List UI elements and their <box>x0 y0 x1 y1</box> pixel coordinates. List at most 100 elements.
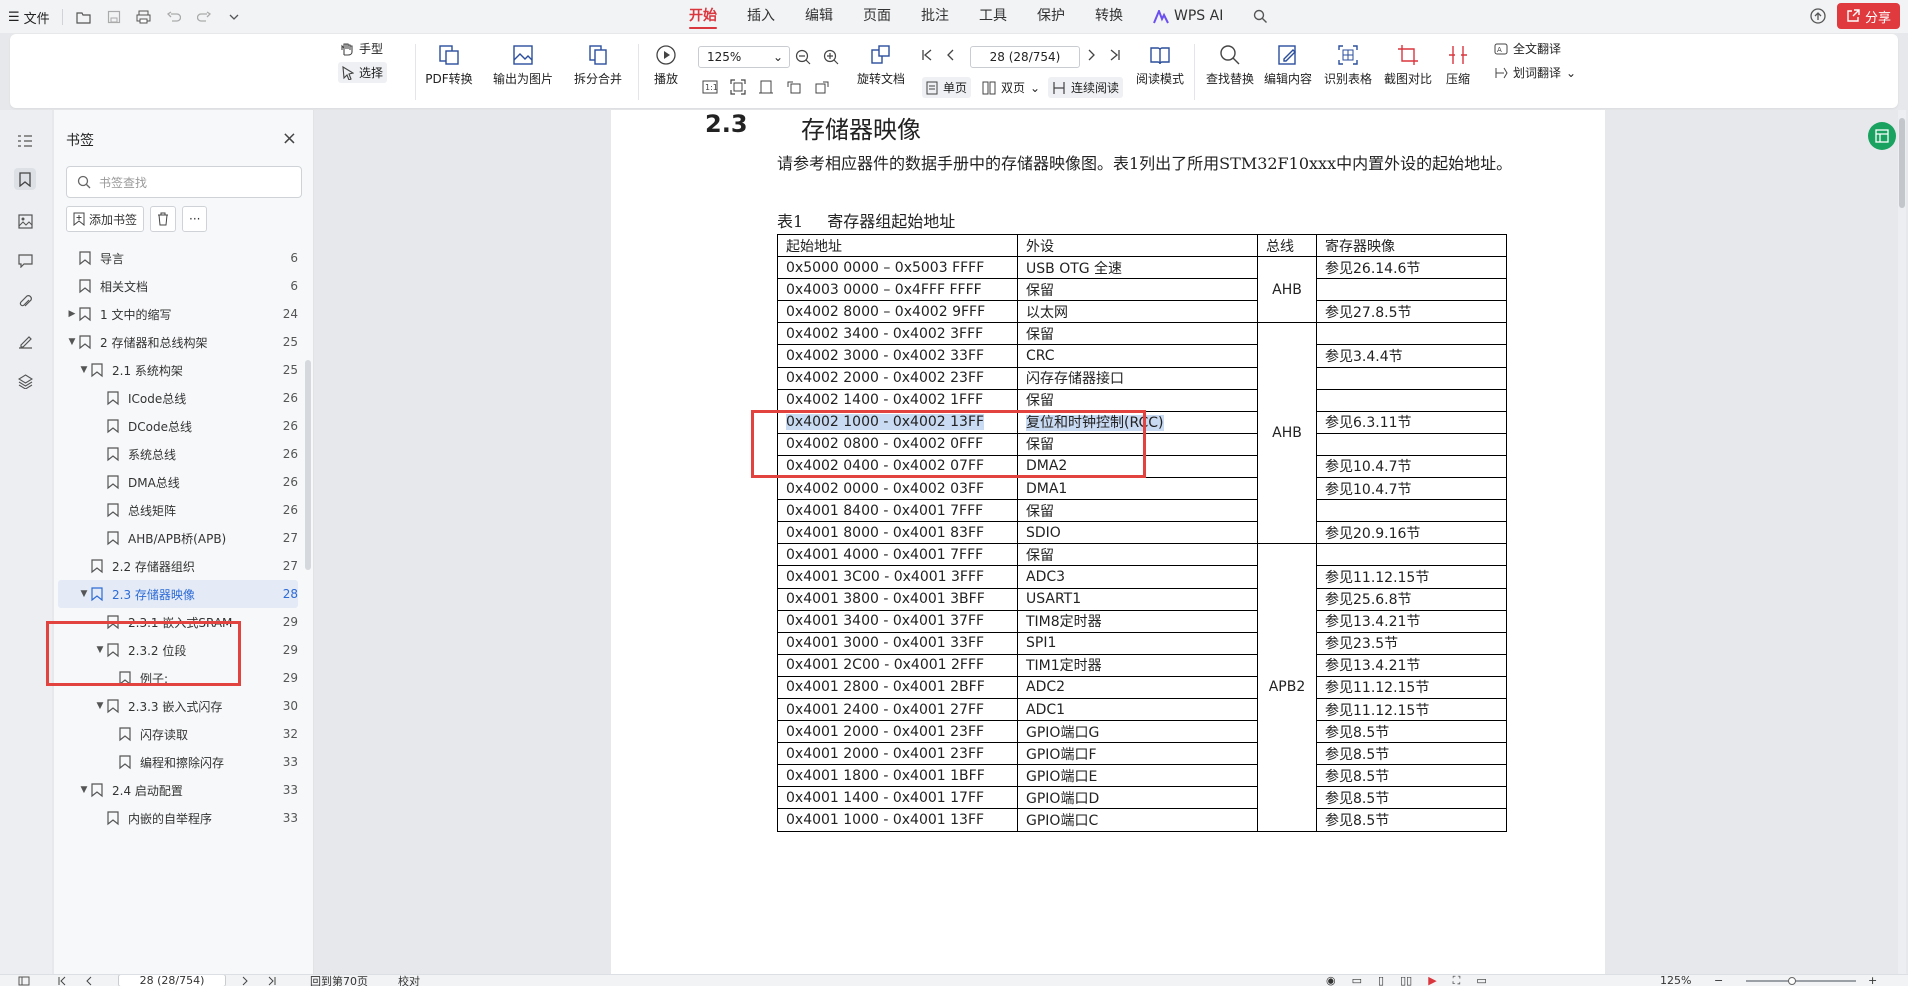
find-replace-button[interactable]: 查找替换 <box>1202 40 1258 87</box>
tab-wps-ai[interactable]: WPS AI <box>1138 0 1238 33</box>
bookmark-item[interactable]: ▼ 2.4 启动配置 33 <box>58 776 298 804</box>
export-image-button[interactable]: 输出为图片 <box>485 40 561 87</box>
actual-size-icon[interactable]: 1:1 <box>702 80 718 94</box>
bookmark-item[interactable]: ▶ 1 文中的缩写 24 <box>58 300 298 328</box>
previous-page-icon[interactable] <box>86 976 92 986</box>
play-icon[interactable]: ▶ <box>1428 975 1436 986</box>
last-page-icon[interactable] <box>1110 49 1120 61</box>
bookmark-item[interactable]: ICode总线 26 <box>58 384 298 412</box>
chevron-down-icon[interactable] <box>225 8 243 26</box>
view-page-icon[interactable]: ▯ <box>1378 975 1384 986</box>
table-assistant-icon[interactable] <box>1868 122 1896 150</box>
zoom-select[interactable]: 125% ⌄ <box>698 46 790 68</box>
double-page-button[interactable]: 双页 ⌄ <box>982 79 1040 96</box>
fit-page-icon[interactable]: ⛶ <box>1453 975 1461 986</box>
bookmark-search-input[interactable]: 书签查找 <box>66 166 302 198</box>
zoom-value[interactable]: 125% <box>1660 975 1691 986</box>
tab-annotate[interactable]: 批注 <box>906 0 964 33</box>
bookmark-item[interactable]: 内嵌的自举程序 33 <box>58 804 298 832</box>
read-mode-button[interactable]: 阅读模式 <box>1132 40 1188 87</box>
bookmark-item[interactable]: ▼ 2.3.3 嵌入式闪存 30 <box>58 692 298 720</box>
next-page-icon[interactable] <box>242 976 248 986</box>
rotate-left-icon[interactable] <box>786 79 802 95</box>
last-page-icon[interactable] <box>268 976 276 986</box>
play-button[interactable]: 播放 <box>646 40 686 87</box>
thumbnail-icon[interactable] <box>14 210 36 232</box>
expand-arrow-icon[interactable]: ▼ <box>78 365 90 375</box>
bookmark-item[interactable]: ▼ 2.1 系统构架 25 <box>58 356 298 384</box>
proof-button[interactable]: 校对 <box>398 975 420 986</box>
expand-arrow-icon[interactable]: ▼ <box>78 785 90 795</box>
single-page-button[interactable]: 单页 <box>922 77 972 98</box>
tab-edit[interactable]: 编辑 <box>790 0 848 33</box>
bookmark-icon[interactable] <box>14 168 36 190</box>
comment-icon[interactable] <box>14 250 36 272</box>
add-bookmark-button[interactable]: 添加书签 <box>66 206 145 232</box>
more-options-button[interactable]: ··· <box>182 206 208 232</box>
tab-page[interactable]: 页面 <box>848 0 906 33</box>
bookmark-item[interactable]: 导言 6 <box>58 244 298 272</box>
bookmark-item[interactable]: ▼ 2.3 存储器映像 28 <box>58 580 298 608</box>
document-scrollbar[interactable] <box>1898 110 1906 974</box>
first-page-icon[interactable] <box>922 49 932 61</box>
status-page-input[interactable]: 28 (28/754) <box>118 975 226 986</box>
sidebar-toggle-icon[interactable] <box>18 975 30 986</box>
save-icon[interactable] <box>105 8 123 26</box>
tab-insert[interactable]: 插入 <box>732 0 790 33</box>
zoom-out-icon[interactable] <box>795 49 811 65</box>
bookmark-item[interactable]: 系统总线 26 <box>58 440 298 468</box>
fit-width-icon[interactable]: ▭ <box>1476 975 1486 986</box>
outline-icon[interactable] <box>14 130 36 152</box>
bookmark-item[interactable]: AHB/APB桥(APB) 27 <box>58 524 298 552</box>
tab-convert[interactable]: 转换 <box>1080 0 1138 33</box>
zoom-slider-thumb[interactable] <box>1788 977 1796 985</box>
zoom-in-icon[interactable]: + <box>1868 975 1877 986</box>
screenshot-compare-button[interactable]: 截图对比 <box>1380 40 1436 87</box>
bookmark-item[interactable]: 2.2 存储器组织 27 <box>58 552 298 580</box>
recognize-table-button[interactable]: 识别表格 <box>1320 40 1376 87</box>
redo-icon[interactable] <box>195 8 213 26</box>
rotate-document-button[interactable]: 旋转文档 <box>850 40 912 87</box>
bookmark-item[interactable]: 编程和擦除闪存 33 <box>58 748 298 776</box>
expand-arrow-icon[interactable]: ▼ <box>78 589 90 599</box>
layers-icon[interactable] <box>14 370 36 392</box>
bookmark-item[interactable]: DMA总线 26 <box>58 468 298 496</box>
bookmark-item[interactable]: ▼ 2 存储器和总线构架 25 <box>58 328 298 356</box>
zoom-out-icon[interactable]: − <box>1714 975 1723 986</box>
continuous-read-button[interactable]: 连续阅读 <box>1048 77 1124 98</box>
bookmark-item[interactable]: 闪存读取 32 <box>58 720 298 748</box>
hand-tool-button[interactable]: 手型 <box>340 40 383 57</box>
print-icon[interactable] <box>135 8 153 26</box>
word-translate-button[interactable]: 划词翻译 ⌄ <box>1494 64 1576 81</box>
signature-icon[interactable] <box>14 330 36 352</box>
open-folder-icon[interactable] <box>75 8 93 26</box>
bookmark-item[interactable]: 总线矩阵 26 <box>58 496 298 524</box>
rotate-right-icon[interactable] <box>814 79 830 95</box>
first-page-icon[interactable] <box>58 976 66 986</box>
close-icon[interactable]: × <box>282 128 297 149</box>
page-number-input[interactable]: 28 (28/754) <box>970 46 1080 68</box>
select-tool-button[interactable]: 选择 <box>338 62 388 83</box>
edit-content-button[interactable]: 编辑内容 <box>1260 40 1316 87</box>
bookmark-item[interactable]: 相关文档 6 <box>58 272 298 300</box>
full-translate-button[interactable]: A 全文翻译 <box>1494 40 1561 57</box>
bookmark-item[interactable]: DCode总线 26 <box>58 412 298 440</box>
search-icon[interactable] <box>1238 0 1283 33</box>
tab-protect[interactable]: 保护 <box>1022 0 1080 33</box>
previous-page-icon[interactable] <box>946 49 954 61</box>
file-menu[interactable]: ☰ 文件 <box>8 8 50 27</box>
view-double-icon[interactable]: ▯▯ <box>1400 975 1412 986</box>
pdf-convert-button[interactable]: PDF转换 <box>415 40 483 87</box>
fit-page-icon[interactable] <box>730 79 746 95</box>
view-single-icon[interactable]: ▭ <box>1352 975 1362 986</box>
goto-page-link[interactable]: 回到第70页 <box>310 975 368 986</box>
collapse-arrow-icon[interactable]: ▶ <box>66 309 78 319</box>
eye-icon[interactable]: ◉ <box>1326 975 1336 986</box>
cloud-upload-icon[interactable] <box>1809 8 1827 24</box>
share-button[interactable]: 分享 <box>1836 3 1900 29</box>
compress-button[interactable]: 压缩 <box>1438 40 1478 87</box>
expand-arrow-icon[interactable]: ▼ <box>66 337 78 347</box>
expand-arrow-icon[interactable]: ▼ <box>94 701 106 711</box>
undo-icon[interactable] <box>165 8 183 26</box>
sidebar-scrollbar[interactable] <box>305 360 311 570</box>
